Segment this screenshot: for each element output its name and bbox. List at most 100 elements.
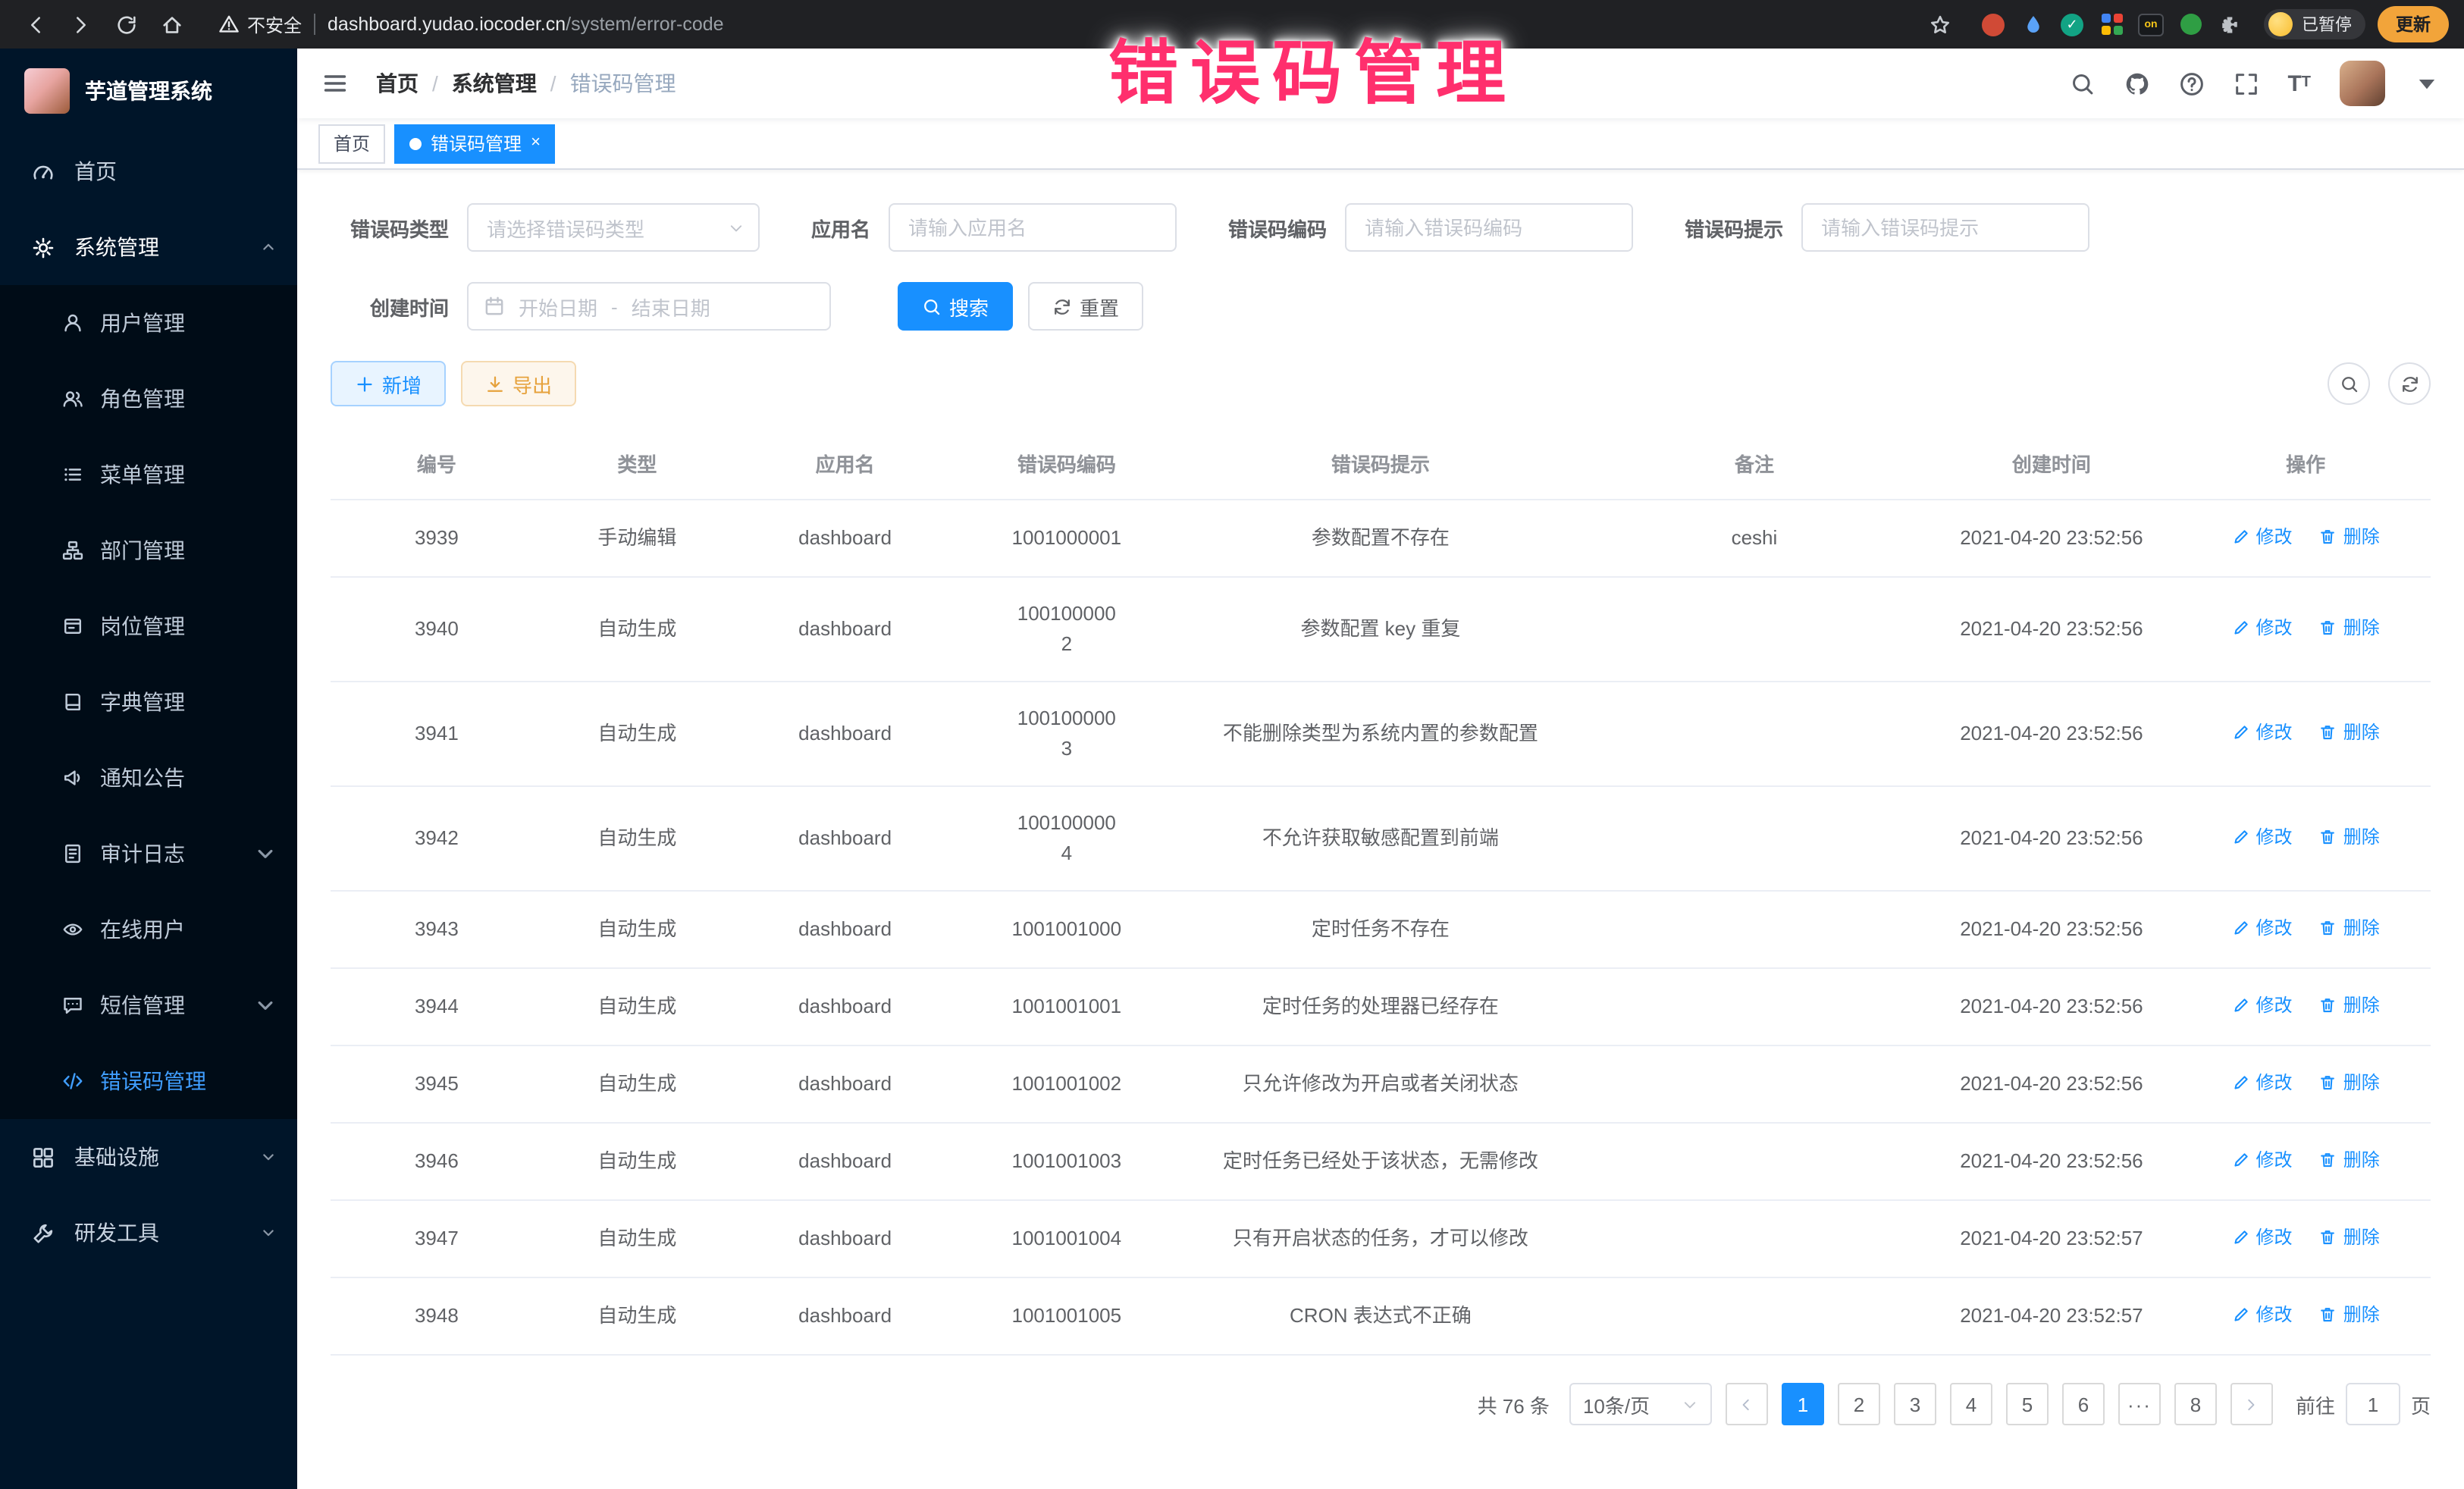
help-icon[interactable]: [2178, 71, 2204, 96]
sidebar-item-menus[interactable]: 菜单管理: [0, 437, 297, 513]
edit-link[interactable]: 修改: [2231, 913, 2292, 943]
more-pages-button[interactable]: ···: [2118, 1383, 2161, 1425]
sidebar-item-label: 通知公告: [100, 763, 185, 793]
edit-link[interactable]: 修改: [2231, 613, 2292, 643]
export-button[interactable]: 导出: [461, 361, 576, 406]
edit-link[interactable]: 修改: [2231, 822, 2292, 852]
bookmark-star-icon[interactable]: [1920, 5, 1959, 44]
browser-forward-icon[interactable]: [61, 5, 100, 44]
fullscreen-icon[interactable]: [2233, 71, 2259, 96]
tab-error-codes[interactable]: 错误码管理 ×: [394, 124, 556, 163]
page-button-2[interactable]: 2: [1838, 1383, 1880, 1425]
error-type-select[interactable]: 请选择错误码类型: [467, 203, 760, 252]
page-size-select[interactable]: 10条/页: [1569, 1383, 1712, 1425]
sidebar-item-home[interactable]: 首页: [0, 133, 297, 209]
filter-code: 错误码编码: [1228, 203, 1633, 252]
sidebar-item-users[interactable]: 用户管理: [0, 285, 297, 361]
refresh-table-button[interactable]: [2388, 362, 2431, 405]
extension-check-icon[interactable]: ✓: [2059, 11, 2085, 37]
extension-on-badge[interactable]: on: [2138, 11, 2164, 37]
sidebar-item-error-codes[interactable]: 错误码管理: [0, 1043, 297, 1119]
user-menu-caret-icon[interactable]: [2414, 71, 2440, 96]
page-button-1[interactable]: 1: [1782, 1383, 1824, 1425]
table-row: 3939 手动编辑 dashboard 1001000001 参数配置不存在 c…: [331, 500, 2431, 577]
sidebar-item-sms[interactable]: 短信管理: [0, 967, 297, 1043]
sidebar-item-audit-logs[interactable]: 审计日志: [0, 816, 297, 892]
page-button-5[interactable]: 5: [2006, 1383, 2049, 1425]
edit-link[interactable]: 修改: [2231, 717, 2292, 748]
next-page-button[interactable]: [2230, 1383, 2273, 1425]
reset-button[interactable]: 重置: [1028, 282, 1143, 331]
browser-update-button[interactable]: 更新: [2378, 6, 2449, 42]
extension-drop-icon[interactable]: [2020, 11, 2045, 37]
delete-link[interactable]: 删除: [2319, 822, 2380, 852]
delete-link[interactable]: 删除: [2319, 717, 2380, 748]
edit-link[interactable]: 修改: [2231, 522, 2292, 552]
tab-home[interactable]: 首页: [318, 124, 385, 163]
tab-close-icon[interactable]: ×: [531, 135, 541, 152]
page-button-3[interactable]: 3: [1894, 1383, 1936, 1425]
breadcrumb-home[interactable]: 首页: [376, 68, 419, 99]
page-button-8[interactable]: 8: [2174, 1383, 2217, 1425]
browser-back-icon[interactable]: [15, 5, 55, 44]
not-secure-indicator[interactable]: 不安全: [218, 11, 302, 37]
sidebar-item-dev-tools[interactable]: 研发工具: [0, 1195, 297, 1271]
extension-grid-icon[interactable]: [2099, 11, 2124, 37]
edit-icon: [2231, 1151, 2249, 1169]
url-host: dashboard.yudao.iocoder.cn: [328, 14, 566, 35]
delete-link[interactable]: 删除: [2319, 1067, 2380, 1098]
delete-link[interactable]: 删除: [2319, 1145, 2380, 1175]
column-header-actions: 操作: [2180, 428, 2431, 500]
sidebar-item-posts[interactable]: 岗位管理: [0, 588, 297, 664]
sidebar-item-online-users[interactable]: 在线用户: [0, 892, 297, 967]
column-header-time: 创建时间: [1923, 428, 2181, 500]
edit-link[interactable]: 修改: [2231, 1299, 2292, 1330]
extension-green-icon[interactable]: [2177, 11, 2203, 37]
edit-link[interactable]: 修改: [2231, 1067, 2292, 1098]
browser-reload-icon[interactable]: [106, 5, 146, 44]
page-button-4[interactable]: 4: [1950, 1383, 1992, 1425]
gear-icon: [32, 236, 55, 259]
error-code-input[interactable]: [1345, 203, 1633, 252]
app-name-input[interactable]: [889, 203, 1177, 252]
delete-link[interactable]: 删除: [2319, 522, 2380, 552]
header-search-icon[interactable]: [2069, 71, 2095, 96]
date-range-picker[interactable]: 开始日期 - 结束日期: [467, 282, 831, 331]
edit-link[interactable]: 修改: [2231, 990, 2292, 1020]
sidebar-item-departments[interactable]: 部门管理: [0, 513, 297, 588]
delete-link[interactable]: 删除: [2319, 613, 2380, 643]
tags-view-bar: 首页 错误码管理 ×: [297, 118, 2464, 170]
sidebar-item-system[interactable]: 系统管理: [0, 209, 297, 285]
edit-link[interactable]: 修改: [2231, 1145, 2292, 1175]
sidebar-item-roles[interactable]: 角色管理: [0, 361, 297, 437]
table-row: 3941 自动生成 dashboard 100100000 3 不能删除类型为系…: [331, 682, 2431, 786]
browser-profile-chip[interactable]: 已暂停: [2264, 9, 2365, 39]
sidebar-item-infrastructure[interactable]: 基础设施: [0, 1119, 297, 1195]
delete-link[interactable]: 删除: [2319, 990, 2380, 1020]
address-bar[interactable]: 不安全 dashboard.yudao.iocoder.cn/system/er…: [218, 11, 1914, 37]
delete-link[interactable]: 删除: [2319, 1299, 2380, 1330]
sidebar-item-notices[interactable]: 通知公告: [0, 740, 297, 816]
sidebar-toggle-icon[interactable]: [321, 70, 349, 97]
prev-page-button[interactable]: [1726, 1383, 1768, 1425]
extensions-puzzle-icon[interactable]: [2217, 11, 2243, 37]
show-search-toggle-button[interactable]: [2328, 362, 2370, 405]
delete-link[interactable]: 删除: [2319, 913, 2380, 943]
goto-page-input[interactable]: [2346, 1383, 2400, 1425]
table-row: 3940 自动生成 dashboard 100100000 2 参数配置 key…: [331, 577, 2431, 682]
search-button[interactable]: 搜索: [898, 282, 1013, 331]
sidebar-item-label: 错误码管理: [100, 1066, 206, 1096]
user-avatar[interactable]: [2340, 61, 2385, 106]
chevron-down-icon: [728, 219, 745, 236]
extension-red-icon[interactable]: [1980, 11, 2006, 37]
error-message-input[interactable]: [1801, 203, 2089, 252]
sidebar-item-dictionary[interactable]: 字典管理: [0, 664, 297, 740]
breadcrumb-system[interactable]: 系统管理: [452, 68, 537, 99]
browser-home-icon[interactable]: [152, 5, 191, 44]
github-icon[interactable]: [2124, 71, 2149, 96]
edit-link[interactable]: 修改: [2231, 1222, 2292, 1252]
delete-link[interactable]: 删除: [2319, 1222, 2380, 1252]
page-button-6[interactable]: 6: [2062, 1383, 2105, 1425]
font-size-icon[interactable]: TT: [2287, 72, 2311, 95]
add-button[interactable]: 新增: [331, 361, 446, 406]
